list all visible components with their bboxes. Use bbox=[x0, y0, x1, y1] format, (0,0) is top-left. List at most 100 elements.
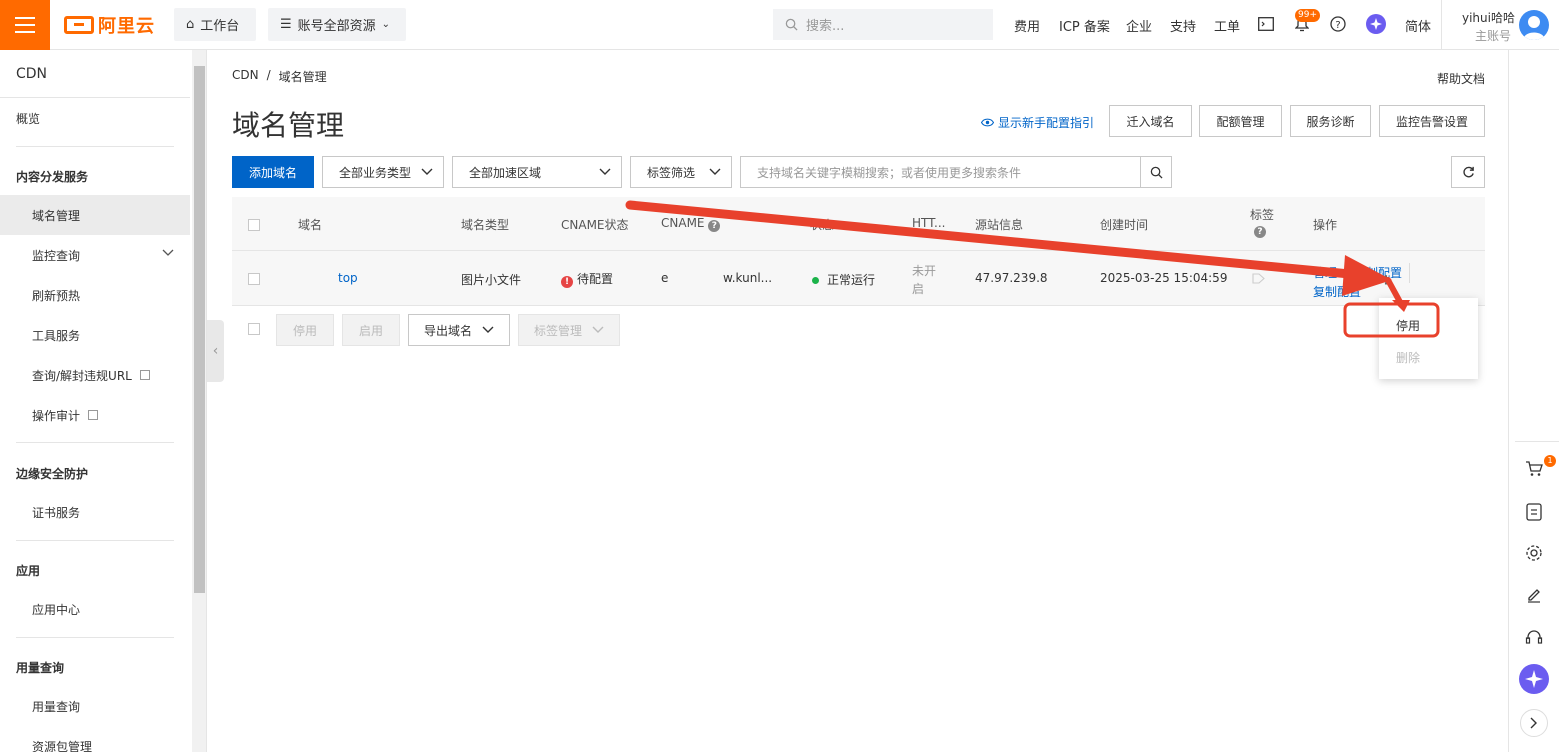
column-header-created[interactable]: 创建时间 bbox=[1100, 216, 1148, 233]
tag-mgmt-button[interactable]: 标签管理 bbox=[518, 314, 620, 346]
enable-button[interactable]: 启用 bbox=[342, 314, 400, 346]
sidebar-item-monitor[interactable]: 监控查询 bbox=[0, 235, 190, 275]
chevron-down-icon: ⌄ bbox=[381, 19, 391, 30]
gear-icon[interactable] bbox=[1522, 541, 1546, 565]
language-switch[interactable]: 简体 bbox=[1405, 16, 1431, 35]
divider bbox=[1409, 263, 1410, 283]
service-diagnosis-button[interactable]: 服务诊断 bbox=[1290, 105, 1371, 137]
chevron-down-icon bbox=[599, 168, 611, 175]
add-domain-button[interactable]: 添加域名 bbox=[232, 156, 314, 188]
show-guide-link[interactable]: 显示新手配置指引 bbox=[981, 114, 1094, 131]
hamburger-menu-icon[interactable] bbox=[0, 0, 50, 50]
dropdown-item-delete[interactable]: 删除 bbox=[1396, 349, 1420, 366]
export-domain-button[interactable]: 导出域名 bbox=[408, 314, 510, 346]
ai-assistant-icon[interactable] bbox=[1519, 664, 1549, 694]
top-link-support[interactable]: 支持 bbox=[1170, 16, 1196, 35]
chevron-down-icon bbox=[162, 249, 174, 256]
sidebar-item-tools[interactable]: 工具服务 bbox=[0, 315, 190, 355]
ai-assistant-icon[interactable] bbox=[1366, 14, 1386, 34]
sidebar-scrollbar-thumb[interactable] bbox=[194, 66, 205, 593]
top-link-ticket[interactable]: 工单 bbox=[1214, 16, 1240, 35]
column-header-https[interactable]: HTT... bbox=[912, 216, 946, 230]
row-checkbox[interactable] bbox=[248, 273, 260, 285]
sidebar-group-app: 应用 bbox=[16, 564, 41, 578]
sidebar-item-usage-query[interactable]: 用量查询 bbox=[0, 686, 190, 726]
sidebar-item-cert[interactable]: 证书服务 bbox=[0, 492, 190, 532]
https-cell-line2: 启 bbox=[912, 282, 925, 296]
chevron-down-icon bbox=[592, 326, 604, 333]
domain-search-input[interactable]: 支持域名关键字模糊搜索；或者使用更多搜索条件 bbox=[740, 156, 1141, 188]
cart-icon[interactable] bbox=[1522, 457, 1546, 481]
sidebar-item-refresh[interactable]: 刷新预热 bbox=[0, 275, 190, 315]
top-link-enterprise[interactable]: 企业 bbox=[1126, 16, 1152, 35]
table-row: top 图片小文件 ! 待配置 e w.kunl... 正常运行 未开 启 47.… bbox=[232, 251, 1485, 306]
resources-selector[interactable]: ☰ 账号全部资源 ⌄ bbox=[268, 8, 406, 41]
region-select[interactable]: 全部加速区域 bbox=[452, 156, 622, 188]
monitor-alert-settings-button[interactable]: 监控告警设置 bbox=[1379, 105, 1485, 137]
column-header-tags[interactable]: 标签 bbox=[1250, 206, 1274, 223]
select-all-checkbox[interactable] bbox=[248, 219, 260, 231]
refresh-button[interactable] bbox=[1451, 156, 1485, 188]
help-doc-link[interactable]: 帮助文档 bbox=[1437, 70, 1485, 87]
breadcrumb-current: 域名管理 bbox=[278, 70, 327, 84]
document-icon[interactable] bbox=[1522, 500, 1546, 524]
top-link-billing[interactable]: 费用 bbox=[1014, 16, 1040, 35]
divider bbox=[16, 540, 174, 541]
cname-status-cell: ! 待配置 bbox=[561, 270, 613, 288]
sidebar-item-domain-mgmt[interactable]: 域名管理 bbox=[0, 195, 190, 235]
aliyun-logo[interactable]: 阿里云 bbox=[64, 14, 155, 37]
question-icon[interactable]: ? bbox=[1254, 226, 1266, 238]
chevron-left-icon: ‹ bbox=[212, 343, 219, 359]
refresh-icon bbox=[1462, 166, 1474, 177]
migrate-domain-button[interactable]: 迁入域名 bbox=[1109, 105, 1192, 137]
headset-icon[interactable] bbox=[1522, 625, 1546, 649]
edit-icon[interactable] bbox=[1522, 583, 1546, 607]
sidebar-group-edge: 边缘安全防护 bbox=[16, 467, 89, 481]
user-name[interactable]: yihui哈哈 bbox=[1462, 9, 1515, 26]
https-cell-line1: 未开 bbox=[912, 264, 937, 278]
expand-rail-icon[interactable] bbox=[1520, 709, 1548, 737]
business-type-select[interactable]: 全部业务类型 bbox=[322, 156, 444, 188]
quota-mgmt-button[interactable]: 配额管理 bbox=[1199, 105, 1282, 137]
sidebar: CDN 概览 内容分发服务 域名管理 监控查询 刷新预热 工具服务 查询/解封违… bbox=[0, 50, 207, 752]
manage-link[interactable]: 管理 bbox=[1313, 264, 1337, 281]
sidebar-item-overview[interactable]: 概览 bbox=[0, 98, 190, 138]
help-circle-icon[interactable]: ? bbox=[1328, 14, 1348, 34]
global-search-input[interactable]: 搜索... bbox=[773, 9, 993, 40]
more-actions-icon[interactable]: ⋮ bbox=[1380, 274, 1392, 286]
sidebar-title: CDN bbox=[16, 66, 48, 82]
sidebar-item-url-query[interactable]: 查询/解封违规URL bbox=[0, 355, 190, 395]
column-header-cname-status[interactable]: CNAME状态 bbox=[561, 216, 629, 233]
sidebar-item-audit[interactable]: 操作审计 bbox=[0, 395, 190, 435]
tag-icon[interactable] bbox=[1252, 273, 1265, 284]
disable-button[interactable]: 停用 bbox=[276, 314, 334, 346]
domain-type-cell: 图片小文件 bbox=[461, 273, 522, 287]
divider bbox=[16, 442, 174, 443]
sidebar-item-app-center[interactable]: 应用中心 bbox=[0, 589, 190, 629]
column-header-type[interactable]: 域名类型 bbox=[461, 216, 509, 233]
question-icon[interactable]: ? bbox=[708, 220, 721, 232]
workbench-button[interactable]: ⌂ 工作台 bbox=[174, 8, 256, 41]
column-header-origin[interactable]: 源站信息 bbox=[975, 216, 1023, 233]
avatar[interactable] bbox=[1519, 10, 1549, 40]
column-header-cname[interactable]: CNAME ? bbox=[661, 216, 721, 232]
column-header-status[interactable]: 状态 bbox=[810, 216, 834, 233]
sidebar-item-package-mgmt[interactable]: 资源包管理 bbox=[0, 726, 190, 752]
table-header: 域名 域名类型 CNAME状态 CNAME ? 状态 HTT... 源站信息 创… bbox=[232, 197, 1485, 251]
search-icon bbox=[1150, 166, 1163, 179]
tag-filter-select[interactable]: 标签筛选 bbox=[630, 156, 732, 188]
search-button[interactable] bbox=[1140, 156, 1172, 188]
footer-select-all-checkbox[interactable] bbox=[248, 323, 260, 335]
column-header-domain[interactable]: 域名 bbox=[298, 216, 322, 233]
svg-text:?: ? bbox=[1335, 20, 1340, 31]
cart-badge: 1 bbox=[1544, 455, 1556, 467]
copy-config-link[interactable]: 复制配置 bbox=[1354, 264, 1402, 281]
sidebar-collapse-handle[interactable]: ‹ bbox=[207, 320, 224, 382]
status-dot-icon bbox=[812, 277, 819, 284]
copy-config-link-2[interactable]: 复制配置 bbox=[1313, 283, 1361, 300]
top-link-icp[interactable]: ICP 备案 bbox=[1059, 16, 1110, 35]
terminal-icon[interactable] bbox=[1256, 14, 1276, 34]
dropdown-item-disable[interactable]: 停用 bbox=[1396, 317, 1420, 334]
breadcrumb-cdn[interactable]: CDN bbox=[232, 68, 259, 85]
domain-link[interactable]: top bbox=[338, 271, 358, 285]
